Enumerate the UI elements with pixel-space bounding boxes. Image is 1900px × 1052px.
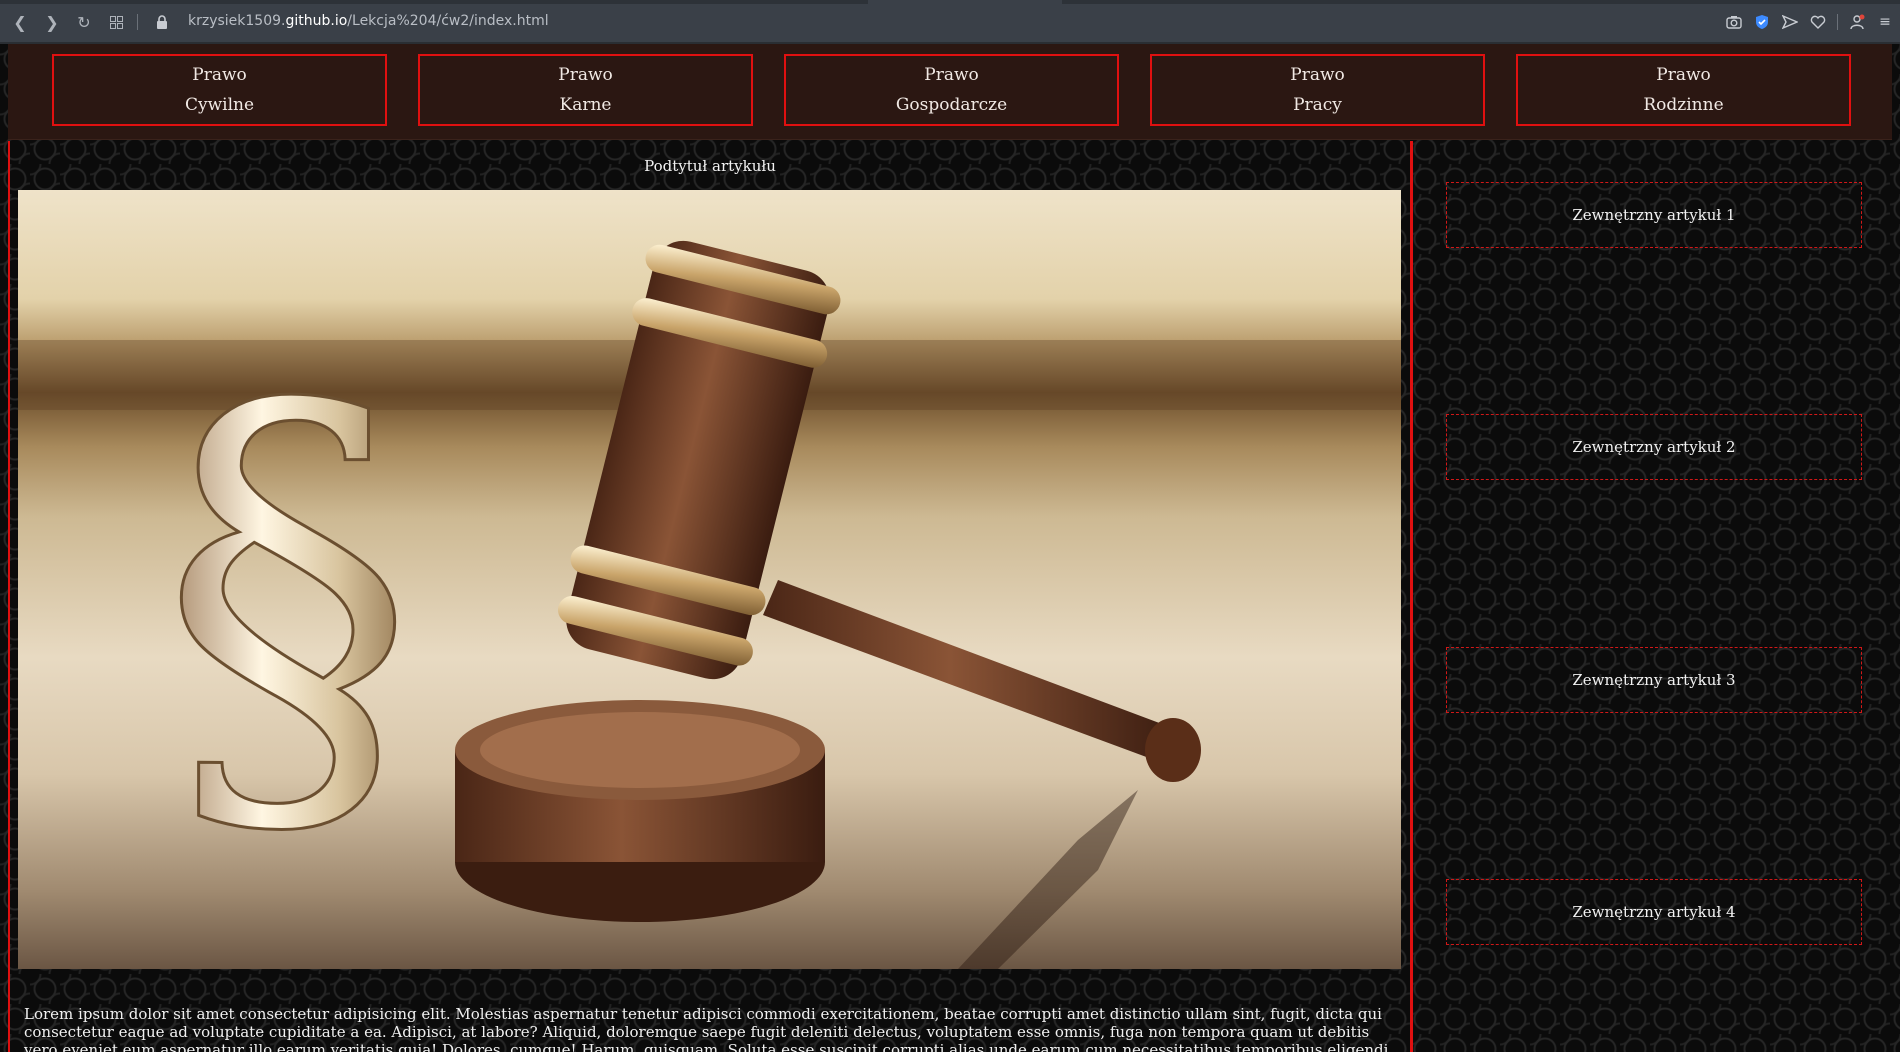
- back-icon[interactable]: ❮: [10, 12, 30, 32]
- nav-label-line2: Cywilne: [184, 95, 255, 115]
- article-subtitle: Podtytuł artykułu: [644, 157, 776, 175]
- url-host: github.io: [285, 13, 348, 29]
- toolbar-separator: [1837, 14, 1838, 30]
- nav-label-line2: Gospodarcze: [895, 95, 1008, 115]
- forward-icon[interactable]: ❯: [42, 12, 62, 32]
- nav-label-line1: Prawo: [924, 65, 979, 85]
- nav-label-line2: Pracy: [1293, 95, 1342, 115]
- external-article-link-1[interactable]: Zewnętrzny artykuł 1: [1446, 182, 1862, 248]
- nav-prawo-gospodarcze[interactable]: Prawo Gospodarcze: [784, 54, 1119, 126]
- heart-icon[interactable]: [1809, 13, 1827, 31]
- nav-label-line2: Rodzinne: [1643, 95, 1724, 115]
- toolbar-right-icons: ≡: [1725, 10, 1900, 34]
- send-icon[interactable]: [1781, 13, 1799, 31]
- svg-text:§: §: [158, 297, 418, 903]
- nav-prawo-pracy[interactable]: Prawo Pracy: [1150, 54, 1485, 126]
- gavel-illustration: §: [18, 190, 1401, 969]
- web-page: Prawo Cywilne Prawo Karne Prawo Gospodar…: [0, 44, 1900, 1052]
- lock-icon[interactable]: [156, 14, 168, 29]
- article-main: Podtytuł artykułu § Lorem ipsum dolor si…: [8, 141, 1413, 1052]
- external-article-link-4[interactable]: Zewnętrzny artykuł 4: [1446, 879, 1862, 945]
- reload-icon[interactable]: ↻: [74, 12, 94, 32]
- tab-strip: [0, 0, 1900, 4]
- external-articles-sidebar: Zewnętrzny artykuł 1 Zewnętrzny artykuł …: [1413, 141, 1900, 1052]
- nav-prawo-rodzinne[interactable]: Prawo Rodzinne: [1516, 54, 1851, 126]
- toolbar-separator: [137, 14, 138, 30]
- external-article-link-3[interactable]: Zewnętrzny artykuł 3: [1446, 647, 1862, 713]
- nav-label-line1: Prawo: [1656, 65, 1711, 85]
- nav-label-line1: Prawo: [1290, 65, 1345, 85]
- nav-prawo-cywilne[interactable]: Prawo Cywilne: [52, 54, 387, 126]
- article-body: Lorem ipsum dolor sit amet consectetur a…: [24, 1005, 1389, 1052]
- camera-icon[interactable]: [1725, 13, 1743, 31]
- category-nav: Prawo Cywilne Prawo Karne Prawo Gospodar…: [8, 44, 1892, 140]
- url-prefix: krzysiek1509.: [188, 13, 286, 29]
- nav-label-line2: Karne: [559, 95, 612, 115]
- address-bar[interactable]: krzysiek1509.github.io/Lekcja%204/ćw2/in…: [188, 13, 549, 29]
- profile-icon[interactable]: [1848, 13, 1866, 31]
- url-path: /Lekcja%204/ćw2/index.html: [347, 13, 549, 29]
- nav-prawo-karne[interactable]: Prawo Karne: [418, 54, 753, 126]
- shield-icon[interactable]: [1753, 13, 1771, 31]
- active-tab[interactable]: [868, 0, 1062, 4]
- nav-label-line1: Prawo: [558, 65, 613, 85]
- speed-dial-icon[interactable]: [106, 12, 126, 32]
- nav-label-line1: Prawo: [192, 65, 247, 85]
- article-hero-image: §: [18, 190, 1401, 969]
- external-article-link-2[interactable]: Zewnętrzny artykuł 2: [1446, 414, 1862, 480]
- menu-icon[interactable]: ≡: [1876, 13, 1894, 31]
- browser-toolbar: ❮ ❯ ↻ krzysiek1509.github.io/Lekcja%204/…: [0, 0, 1900, 44]
